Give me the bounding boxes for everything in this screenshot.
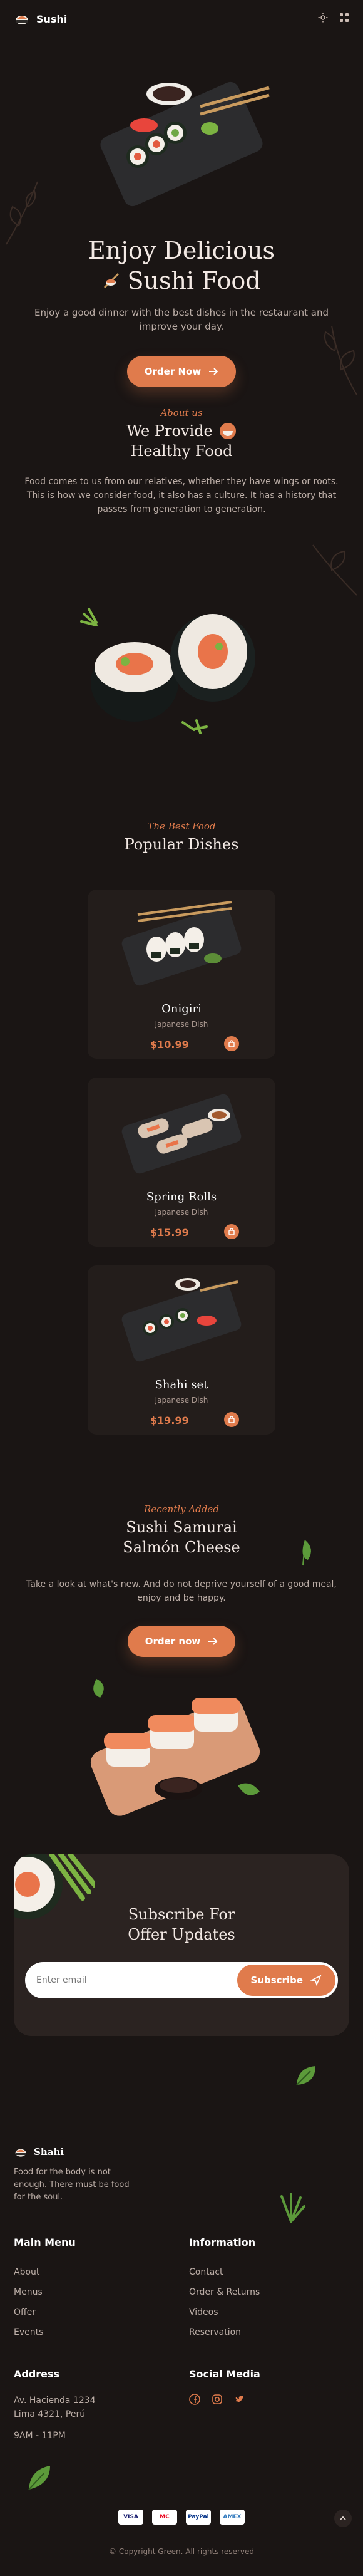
about-section: About us We Provide Healthy Food Food co… <box>0 407 363 783</box>
about-sushi-rolls-image <box>80 608 255 734</box>
spring-rolls-image <box>121 1094 242 1174</box>
subscribe-label: Subscribe <box>250 1975 304 1986</box>
dish-price: $19.99 <box>150 1415 189 1426</box>
hero-description: Enjoy a good dinner with the best dishes… <box>34 307 329 332</box>
facebook-icon[interactable] <box>189 2394 200 2405</box>
bag-icon <box>228 1416 235 1423</box>
footer-link-events[interactable]: Events <box>14 2322 76 2342</box>
chopsticks-sushi-icon <box>104 273 120 289</box>
dish-type: Japanese Dish <box>155 1020 208 1029</box>
subscribe-section: Subscribe For Offer Updates Subscribe <box>0 1854 363 2085</box>
dish-card[interactable]: Onigiri Japanese Dish $10.99 <box>88 890 275 1059</box>
about-title-line2: Healthy Food <box>130 442 233 460</box>
subscribe-button[interactable]: Subscribe <box>237 1965 335 1996</box>
dish-name: Shahi set <box>155 1378 208 1391</box>
dish-type: Japanese Dish <box>155 1396 208 1405</box>
recent-description: Take a look at what's new. And do not de… <box>26 1579 337 1603</box>
footer-link-about[interactable]: About <box>14 2262 76 2282</box>
footer-link-contact[interactable]: Contact <box>189 2262 260 2282</box>
recent-section: Recently Added Sushi Samurai Salmón Chee… <box>0 1504 363 1829</box>
address-line1: Av. Hacienda 1234 <box>14 2396 96 2406</box>
footer-tagline: Food for the body is not enough. There m… <box>14 2168 130 2202</box>
dish-name: Spring Rolls <box>146 1190 217 1203</box>
about-description: Food comes to us from our relatives, whe… <box>24 477 339 514</box>
footer-brand[interactable]: Shahi <box>34 2146 64 2158</box>
site-header: Sushi <box>0 0 363 38</box>
bag-icon <box>228 1228 235 1235</box>
subscribe-title-line1: Subscribe For <box>128 1906 235 1923</box>
hero-order-now-button[interactable]: Order Now <box>126 356 237 387</box>
arrow-right-icon <box>208 1638 218 1645</box>
scroll-to-top-button[interactable] <box>334 2510 352 2527</box>
dish-card[interactable]: Spring Rolls Japanese Dish $15.99 <box>88 1078 275 1247</box>
opening-hours: 9AM - 11PM <box>14 2431 66 2441</box>
add-to-cart-button[interactable] <box>224 1412 239 1427</box>
twitter-icon[interactable] <box>234 2394 245 2405</box>
about-title-line1: We Provide <box>126 422 213 440</box>
about-subtitle: About us <box>160 407 203 418</box>
address-line2: Lima 4321, Perú <box>14 2409 86 2419</box>
order-now-label: Order Now <box>144 366 202 377</box>
footer-link-offer[interactable]: Offer <box>14 2302 76 2322</box>
send-icon <box>310 1975 322 1986</box>
visa-payment-icon: VISA <box>118 2510 143 2525</box>
sushi-logo-icon <box>16 16 28 24</box>
footer-link-videos[interactable]: Videos <box>189 2302 260 2322</box>
dish-card[interactable]: Shahi set Japanese Dish $19.99 <box>88 1265 275 1435</box>
leaf-outline-decoration-about <box>312 544 357 596</box>
add-to-cart-button[interactable] <box>224 1036 239 1051</box>
dish-price: $10.99 <box>150 1039 189 1051</box>
mastercard-payment-icon: MC <box>152 2510 177 2525</box>
main-menu-heading: Main Menu <box>14 2236 76 2248</box>
shahi-set-image <box>121 1278 242 1362</box>
recent-title-line1: Sushi Samurai <box>126 1519 237 1536</box>
recent-order-now-button[interactable]: Order now <box>127 1626 236 1657</box>
sun-icon[interactable] <box>318 13 328 25</box>
subscribe-form: Subscribe <box>25 1962 338 1998</box>
leaf-icon <box>296 2066 315 2085</box>
hero-title-line2: Sushi Food <box>127 267 261 294</box>
leaf-icon <box>28 2466 50 2490</box>
footer-link-menus[interactable]: Menus <box>14 2282 76 2302</box>
brand-name: Sushi <box>36 13 68 25</box>
instagram-icon[interactable] <box>212 2394 223 2405</box>
grid-menu-icon[interactable] <box>339 13 349 25</box>
chevron-up-icon <box>340 2516 346 2520</box>
brand-logo[interactable]: Sushi <box>14 11 67 27</box>
subscribe-card: Subscribe For Offer Updates Subscribe <box>14 1854 349 2036</box>
copyright: © Copyright Green. All rights reserved <box>109 2547 254 2556</box>
address-heading: Address <box>14 2368 60 2380</box>
information-heading: Information <box>189 2236 256 2248</box>
footer-link-order-returns[interactable]: Order & Returns <box>189 2282 260 2302</box>
recent-subtitle: Recently Added <box>144 1504 219 1515</box>
dish-type: Japanese Dish <box>155 1208 208 1217</box>
onigiri-image <box>121 901 242 986</box>
arrow-right-icon <box>209 368 218 375</box>
grass-decoration <box>280 2193 305 2223</box>
hero-section: Enjoy Delicious Sushi Food Enjoy a good … <box>0 56 363 407</box>
subscribe-title-line2: Offer Updates <box>128 1926 235 1943</box>
footer-link-reservation[interactable]: Reservation <box>189 2322 260 2342</box>
popular-section: The Best Food Popular Dishes Onigiri Jap… <box>0 821 363 1447</box>
popular-title: Popular Dishes <box>124 836 239 853</box>
dish-name: Onigiri <box>161 1002 202 1015</box>
leaf-icon <box>302 1540 311 1566</box>
popular-subtitle: The Best Food <box>147 821 216 832</box>
footer: Shahi Food for the body is not enough. T… <box>0 2136 363 2575</box>
salmon-sushi-board-image <box>90 1679 260 1816</box>
hero-title-line1: Enjoy Delicious <box>88 237 275 264</box>
order-now-label: Order now <box>145 1636 201 1647</box>
sushi-logo-icon <box>15 2149 26 2157</box>
add-to-cart-button[interactable] <box>224 1224 239 1239</box>
paypal-payment-icon: PayPal <box>186 2510 211 2525</box>
hero-sushi-plate-image <box>100 81 270 207</box>
email-input[interactable] <box>36 1971 218 1990</box>
dish-price: $15.99 <box>150 1227 189 1239</box>
amex-payment-icon: AMEX <box>220 2510 245 2525</box>
rice-bowl-icon <box>219 423 236 439</box>
social-media-heading: Social Media <box>189 2368 260 2380</box>
bag-icon <box>228 1040 235 1047</box>
